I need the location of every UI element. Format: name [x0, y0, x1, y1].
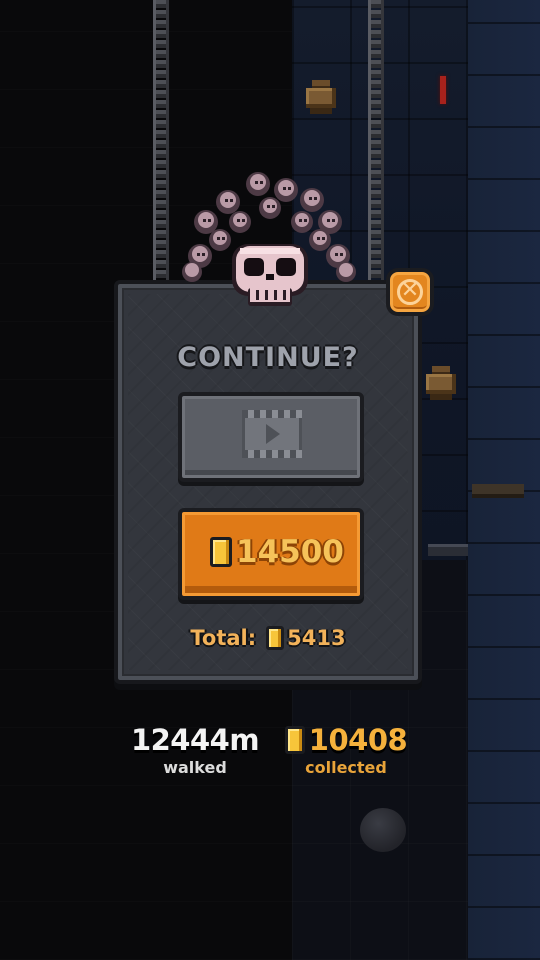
boulder-sprite — [360, 808, 406, 852]
coin-icon — [284, 726, 305, 754]
hanging-chain-right — [368, 0, 384, 285]
bench-sprite — [472, 484, 524, 498]
watch-video-continue-button[interactable] — [178, 392, 364, 482]
pipe-sprite — [428, 544, 468, 556]
distance-value: 12444m — [130, 723, 260, 757]
run-stats: 12444m walked 10408 collected — [0, 722, 540, 792]
distance-label: walked — [163, 758, 227, 777]
close-button[interactable]: ✕ — [386, 268, 434, 316]
red-post-sprite — [440, 76, 446, 104]
continue-dialog: CONTINUE? 14500 Total: 5413 — [114, 280, 422, 684]
coin-cost: 14500 — [236, 534, 344, 570]
hanging-chain-left — [153, 0, 169, 285]
coin-icon — [210, 537, 232, 567]
dialog-title: CONTINUE? — [177, 342, 359, 373]
skull-monster-sprite — [182, 172, 356, 306]
clay-pot-sprite — [426, 366, 456, 400]
close-x-icon: ✕ — [400, 278, 420, 303]
coin-icon — [266, 626, 285, 650]
coin-continue-button[interactable]: 14500 — [178, 508, 364, 600]
distance-stat: 12444m walked — [124, 722, 266, 777]
clay-pot-sprite — [306, 80, 336, 114]
coins-stat: 10408 collected — [276, 722, 416, 777]
total-value: 5413 — [287, 626, 346, 650]
game-screen: CONTINUE? 14500 Total: 5413 ✕ 12444m wal… — [0, 0, 540, 960]
total-label: Total: — [190, 626, 257, 650]
dungeon-right-wall — [468, 0, 540, 960]
film-play-icon — [242, 410, 302, 458]
coins-label: collected — [305, 758, 387, 777]
coins-value: 10408 — [308, 723, 408, 757]
total-coins-row: Total: 5413 — [118, 626, 418, 650]
